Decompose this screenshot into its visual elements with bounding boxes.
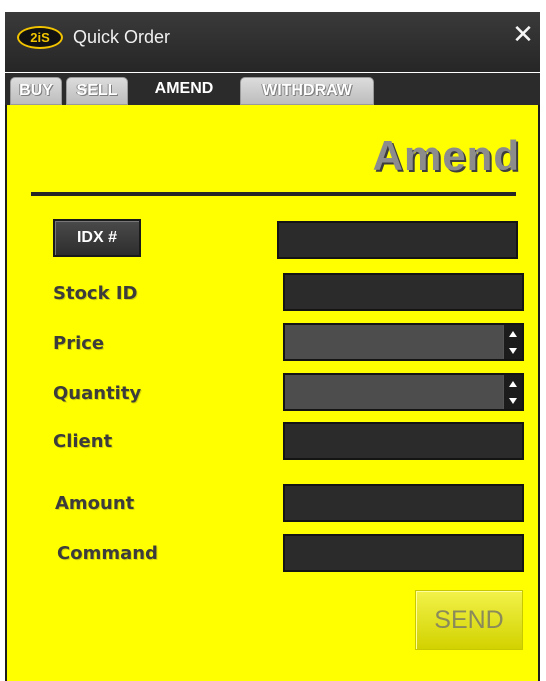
divider — [31, 192, 516, 196]
app-logo: 2iS — [17, 26, 63, 49]
amount-field[interactable] — [283, 484, 524, 522]
send-button[interactable]: SEND — [415, 590, 523, 650]
window-title: Quick Order — [73, 27, 171, 47]
quantity-input[interactable] — [285, 375, 493, 409]
tab-amend[interactable]: AMEND — [132, 73, 236, 105]
client-label: Client — [53, 431, 113, 452]
chevron-down-icon[interactable] — [504, 392, 522, 409]
price-label: Price — [53, 333, 105, 354]
price-input[interactable] — [285, 325, 493, 359]
quantity-spin-buttons — [503, 375, 522, 409]
title-bar: 2iS Quick Order ✕ — [5, 12, 540, 72]
quantity-label: Quantity — [53, 383, 142, 404]
idx-field[interactable] — [277, 221, 518, 259]
command-label: Command — [57, 543, 158, 564]
client-field[interactable] — [283, 422, 524, 460]
tab-buy[interactable]: BUY — [10, 77, 62, 105]
idx-button[interactable]: IDX # — [53, 219, 141, 257]
command-field[interactable] — [283, 534, 524, 572]
stock-id-field[interactable] — [283, 273, 524, 311]
idx-input[interactable] — [279, 223, 516, 257]
close-icon[interactable]: ✕ — [510, 22, 536, 48]
stock-id-label: Stock ID — [53, 283, 138, 304]
chevron-up-icon[interactable] — [504, 325, 522, 342]
amend-panel: Amend IDX # Stock ID Price Quantity Clie… — [5, 105, 540, 681]
stock-id-input[interactable] — [285, 275, 522, 309]
panel-heading: Amend — [372, 132, 520, 179]
amount-label: Amount — [55, 493, 135, 514]
quick-order-window: 2iS Quick Order ✕ BUY SELL AMEND WITHDRA… — [0, 0, 546, 681]
chevron-up-icon[interactable] — [504, 375, 522, 392]
quantity-stepper[interactable] — [283, 373, 524, 411]
chevron-down-icon[interactable] — [504, 342, 522, 359]
price-stepper[interactable] — [283, 323, 524, 361]
tab-withdraw[interactable]: WITHDRAW — [240, 77, 374, 105]
price-spin-buttons — [503, 325, 522, 359]
client-input[interactable] — [285, 424, 522, 458]
tab-sell[interactable]: SELL — [66, 77, 128, 105]
amount-input[interactable] — [285, 486, 522, 520]
command-input[interactable] — [285, 536, 522, 570]
